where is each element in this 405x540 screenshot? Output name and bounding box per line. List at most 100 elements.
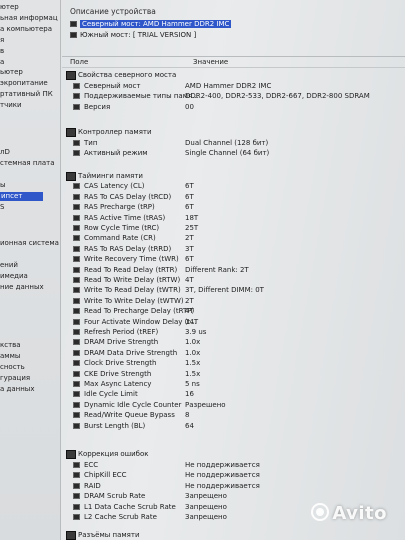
nav-item[interactable]: ионная система <box>0 239 59 248</box>
nav-item[interactable]: ы <box>0 181 6 190</box>
nav-item[interactable]: я <box>0 36 4 45</box>
property-row[interactable]: Read To Precharge Delay (tRTP) 4T <box>62 306 405 316</box>
property-row[interactable]: CAS Latency (CL) 6T <box>62 181 405 191</box>
property-row[interactable]: Read To Write Delay (tRTW) 4T <box>62 275 405 285</box>
property-icon <box>73 103 80 110</box>
property-row[interactable]: Dynamic Idle Cycle Counter Разрешено <box>62 400 405 410</box>
property-value: Разрешено <box>185 400 226 409</box>
property-value: 8 <box>185 411 190 420</box>
value-column-header[interactable]: Значение <box>193 58 228 66</box>
property-label: Refresh Period (tREF) <box>84 328 159 336</box>
nav-item[interactable]: ютер <box>0 3 19 12</box>
property-icon <box>73 339 80 346</box>
navigation-tree[interactable]: ютер ьная информац а компьютера я в а ьютер экр… <box>0 0 61 540</box>
property-icon <box>73 225 80 231</box>
property-icon <box>73 193 80 200</box>
property-row[interactable]: ECC Не поддерживается <box>62 460 405 470</box>
nav-item[interactable]: в <box>0 47 4 56</box>
property-icon <box>73 401 80 408</box>
property-label: Read To Write Delay (tRTW) <box>84 276 181 284</box>
property-label: Read To Precharge Delay (tRTP) <box>84 307 195 316</box>
nav-item[interactable]: а компьютера <box>0 25 52 34</box>
group-title: Свойства северного моста <box>78 71 177 79</box>
property-label: RAS To RAS Delay (tRRD) <box>84 244 172 253</box>
property-icon <box>73 82 80 89</box>
field-column-header[interactable]: Поле <box>70 58 88 66</box>
column-header: Поле Значение <box>62 56 405 68</box>
property-row[interactable]: DRAM Data Drive Strength 1.0x <box>62 348 405 358</box>
property-row[interactable]: RAS To CAS Delay (tRCD) 6T <box>62 192 405 202</box>
property-value: 00 <box>185 102 194 111</box>
property-row[interactable]: Clock Drive Strength 1.5x <box>62 358 405 368</box>
property-row[interactable]: DRAM Drive Strength 1.0x <box>62 337 405 347</box>
property-label: Row Cycle Time (tRC) <box>84 224 160 232</box>
southbridge-desc-item[interactable]: Южный мост: [ TRIAL VERSION ] <box>70 31 196 40</box>
property-label: Clock Drive Strength <box>84 359 157 368</box>
nav-item[interactable]: имедиа <box>0 272 28 281</box>
nav-item[interactable]: ртативный ПК <box>0 90 53 99</box>
property-row[interactable]: Row Cycle Time (tRC) 25T <box>62 223 405 233</box>
property-row[interactable]: ChipKill ECC Не поддерживается <box>62 470 405 480</box>
nav-item[interactable]: лD <box>0 148 10 157</box>
nav-item[interactable]: ьютер <box>0 68 23 77</box>
group-header[interactable]: Свойства северного моста <box>62 70 405 80</box>
nav-item[interactable]: S <box>0 203 4 212</box>
group-icon <box>66 71 76 80</box>
property-row[interactable]: DRAM Scrub Rate Запрещено <box>62 491 405 501</box>
nav-item[interactable]: стемная плата <box>0 159 55 168</box>
property-row[interactable]: Write To Write Delay (tWTW) 2T <box>62 296 405 306</box>
property-row[interactable]: RAS Active Time (tRAS) 18T <box>62 213 405 223</box>
nav-item[interactable]: ние данных <box>0 283 44 292</box>
northbridge-desc-item[interactable]: Северный мост: AMD Hammer DDR2 IMC <box>70 20 232 29</box>
nav-item[interactable]: кства <box>0 341 21 350</box>
nav-item[interactable]: ений <box>0 261 18 270</box>
property-icon <box>73 308 80 315</box>
nav-item[interactable]: ипсет <box>0 192 43 201</box>
property-row[interactable]: Command Rate (CR) 2T <box>62 233 405 243</box>
nav-item[interactable]: а данных <box>0 385 34 394</box>
property-label: Burst Length (BL) <box>84 421 146 430</box>
property-label: Тип <box>84 138 98 147</box>
group-header[interactable]: Тайминги памяти <box>62 171 405 181</box>
nav-item[interactable]: ьная информац <box>0 14 58 23</box>
property-row[interactable]: Read/Write Queue Bypass 8 <box>62 410 405 420</box>
nav-item[interactable]: аммы <box>0 352 20 361</box>
nav-item[interactable]: гурация <box>0 374 30 383</box>
property-value: Не поддерживается <box>185 460 260 469</box>
property-icon <box>73 422 80 429</box>
nav-item[interactable]: сность <box>0 363 25 372</box>
nav-item[interactable]: тчики <box>0 101 22 110</box>
property-icon <box>73 360 80 367</box>
property-row[interactable]: Four Activate Window Delay (t... 14T <box>62 317 405 327</box>
property-row[interactable]: RAS To RAS Delay (tRRD) 3T <box>62 244 405 254</box>
property-row[interactable]: Write To Read Delay (tWTR) 3T, Different … <box>62 285 405 295</box>
group-header[interactable]: Контроллер памяти <box>62 127 405 137</box>
property-value: 1.0x <box>185 348 201 357</box>
property-row[interactable]: Idle Cycle Limit 16 <box>62 389 405 399</box>
property-row[interactable]: Max Async Latency 5 ns <box>62 379 405 389</box>
property-label: Версия <box>84 102 111 111</box>
property-row[interactable]: RAID Не поддерживается <box>62 481 405 491</box>
property-row[interactable]: Read To Read Delay (tRTR) Different Rank:… <box>62 265 405 275</box>
property-label: Write Recovery Time (tWR) <box>84 255 179 264</box>
nav-item[interactable]: экропитание <box>0 79 48 88</box>
property-row[interactable]: CKE Drive Strength 1.5x <box>62 369 405 379</box>
property-icon <box>73 493 80 500</box>
property-icon <box>73 297 80 304</box>
property-row[interactable]: RAS Precharge (tRP) 6T <box>62 202 405 212</box>
property-row[interactable]: Поддерживаемые типы памя... DDR2-400, DDR… <box>62 91 405 101</box>
property-row[interactable]: Активный режим Single Channel (64 бит) <box>62 148 405 158</box>
property-row[interactable]: Северный мост AMD Hammer DDR2 IMC <box>62 81 405 91</box>
property-row[interactable]: Burst Length (BL) 64 <box>62 421 405 431</box>
group-header[interactable]: Разъёмы памяти <box>62 530 405 540</box>
property-value: DDR2-400, DDR2-533, DDR2-667, DDR2-800 S… <box>185 92 370 101</box>
property-value: 2T <box>185 234 194 243</box>
property-icon <box>73 513 80 520</box>
nav-item[interactable]: а <box>0 58 4 67</box>
device-description-label: Описание устройства <box>70 7 156 16</box>
property-row[interactable]: Версия 00 <box>62 102 405 112</box>
property-row[interactable]: Refresh Period (tREF) 3.9 us <box>62 327 405 337</box>
property-row[interactable]: Write Recovery Time (tWR) 6T <box>62 254 405 264</box>
group-header[interactable]: Коррекция ошибок <box>62 449 405 459</box>
property-row[interactable]: Тип Dual Channel (128 бит) <box>62 138 405 148</box>
